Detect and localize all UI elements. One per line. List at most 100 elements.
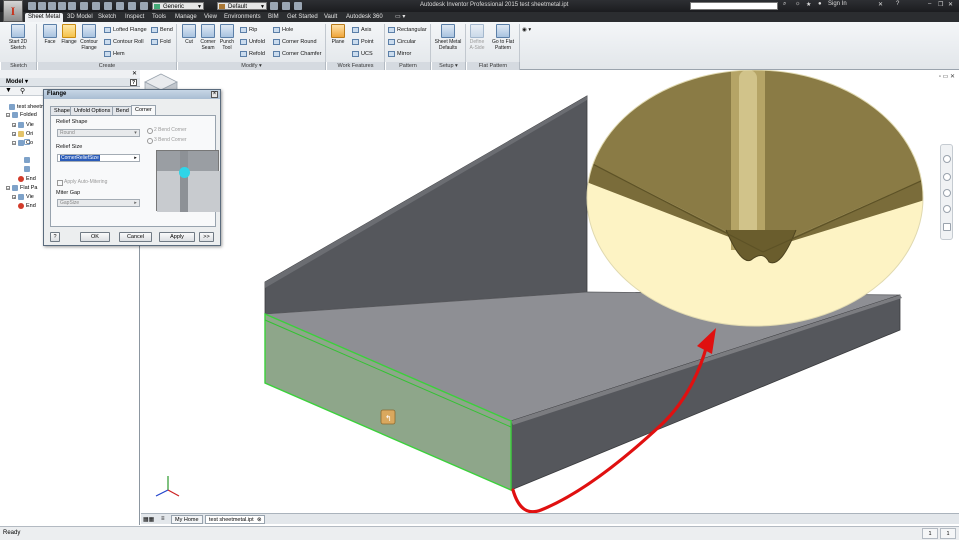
tree-view[interactable]: + Vie [12, 121, 34, 129]
corner-round-button[interactable]: Corner Round [273, 38, 317, 46]
tab-sheet-metal[interactable]: Sheet Metal [25, 13, 64, 22]
miter-gap-input[interactable]: GapSize ▸ [57, 199, 140, 207]
tree-end-of-folded[interactable]: End [12, 175, 36, 183]
radio-3-bend-corner[interactable]: 3 Bend Corner [147, 137, 187, 144]
tab-inspect[interactable]: Inspect [122, 13, 147, 22]
zoom-icon[interactable] [943, 189, 951, 197]
bend-button[interactable]: Bend [151, 26, 173, 34]
expand-icon[interactable]: + [12, 123, 16, 128]
sign-in-link[interactable]: Sign In [828, 1, 847, 7]
search-icon[interactable]: ⌕ [783, 1, 786, 8]
ok-button[interactable]: OK [80, 232, 110, 242]
undo-icon[interactable] [58, 2, 66, 10]
cancel-button[interactable]: Cancel [119, 232, 152, 242]
tree-end-of-flat[interactable]: End [12, 202, 36, 210]
rectangular-pattern-button[interactable]: Rectangular [388, 26, 427, 34]
help-icon[interactable]: ? [130, 79, 137, 86]
unfold-button[interactable]: Unfold [240, 38, 265, 46]
tree-origin[interactable]: + Ori [12, 130, 33, 138]
fx-icon[interactable] [282, 2, 290, 10]
flange-button[interactable]: Flange [59, 24, 79, 45]
tab-get-started[interactable]: Get Started [284, 13, 321, 22]
plane-button[interactable]: Plane [328, 24, 348, 45]
restore-button[interactable]: ❐ [938, 1, 943, 8]
ribbon-options-icon[interactable]: ▭ ▾ [392, 13, 408, 22]
tab-view[interactable]: View [201, 13, 220, 22]
measure-icon[interactable] [116, 2, 124, 10]
point-button[interactable]: Point [352, 38, 374, 46]
tree-flange[interactable] [18, 156, 32, 164]
appearance-dropdown[interactable]: Default ▼ [217, 2, 267, 10]
close-icon[interactable]: ✕ [132, 70, 137, 77]
exchange-icon[interactable]: ✕ [878, 1, 883, 8]
viewport-window-controls[interactable]: ▫ ▭ ✕ [939, 73, 955, 80]
filter-icon[interactable]: ▼ [5, 87, 12, 94]
find-icon[interactable]: ⚲ [20, 87, 25, 95]
apply-auto-mitering-checkbox[interactable]: Apply Auto-Mitering [57, 179, 107, 186]
expand-icon[interactable]: + [12, 132, 16, 137]
expand-icon[interactable]: + [12, 195, 16, 200]
fold-button[interactable]: Fold [151, 38, 171, 46]
more-options-button[interactable]: >> [199, 232, 214, 242]
back-flange-face[interactable] [264, 95, 588, 315]
mirror-button[interactable]: Mirror [388, 50, 411, 58]
rip-button[interactable]: Rip [240, 26, 257, 34]
home-icon[interactable] [80, 2, 88, 10]
expand-icon[interactable]: − [6, 113, 10, 118]
subscription-icon[interactable]: ☼ [795, 1, 801, 7]
tree-flat-view[interactable]: + Vie [12, 193, 34, 201]
help-search-input[interactable] [690, 2, 778, 10]
dialog-title-bar[interactable]: Flange [44, 90, 220, 99]
relief-size-input[interactable]: CornerReliefSize ▸ [57, 154, 140, 162]
browser-header[interactable]: Model ▾ ? [0, 78, 140, 87]
close-tab-icon[interactable]: ⊗ [257, 516, 262, 525]
corner-seam-button[interactable]: Corner Seam [198, 24, 218, 51]
panel-label-setup[interactable]: Setup ▾ [431, 62, 466, 70]
expand-icon[interactable]: − [6, 186, 10, 191]
ribbon-extras-icon[interactable]: ◉ ▾ [522, 26, 531, 34]
expand-icon[interactable]: − [12, 141, 16, 146]
tab-unfold-options[interactable]: Unfold Options [70, 106, 115, 115]
favorites-icon[interactable]: ★ [806, 1, 811, 8]
axis-button[interactable]: Axis [352, 26, 371, 34]
tree-contour-flange[interactable]: − Co [12, 139, 33, 147]
orbit-icon[interactable] [943, 205, 951, 213]
parameters-icon[interactable] [294, 2, 302, 10]
lofted-flange-button[interactable]: Lofted Flange [104, 26, 147, 34]
corner-chamfer-button[interactable]: Corner Chamfer [273, 50, 321, 58]
graphics-viewport[interactable]: ↰ ▫ ▭ ✕ [141, 70, 959, 513]
tree-flange-2[interactable] [18, 165, 32, 173]
tab-bim[interactable]: BIM [265, 13, 282, 22]
material-dropdown[interactable]: Generic ▼ [152, 2, 204, 10]
clear-appearance-icon[interactable] [270, 2, 278, 10]
tab-menu-icon[interactable]: ≡ [161, 516, 165, 522]
tree-root[interactable]: test sheetm [3, 103, 45, 111]
hole-button[interactable]: Hole [273, 26, 293, 34]
tab-corner[interactable]: Corner [131, 105, 156, 115]
tab-tools[interactable]: Tools [149, 13, 169, 22]
sheet-metal-defaults-button[interactable]: Sheet Metal Defaults [433, 24, 463, 51]
new-icon[interactable] [28, 2, 36, 10]
tree-folded-model[interactable]: − Folded [6, 111, 37, 119]
tab-bend[interactable]: Bend [112, 106, 133, 115]
punch-tool-button[interactable]: Punch Tool [217, 24, 237, 51]
go-to-flat-pattern-button[interactable]: Go to Flat Pattern [489, 24, 517, 51]
tab-sketch[interactable]: Sketch [95, 13, 119, 22]
pan-icon[interactable] [943, 173, 951, 181]
tab-vault[interactable]: Vault [321, 13, 340, 22]
start-2d-sketch-button[interactable]: Start 2D Sketch [5, 24, 31, 51]
circular-pattern-button[interactable]: Circular [388, 38, 416, 46]
look-at-icon[interactable] [943, 223, 951, 231]
tab-my-home[interactable]: My Home [171, 515, 203, 524]
contour-flange-button[interactable]: Contour Flange [79, 24, 99, 51]
steering-wheel-icon[interactable] [943, 155, 951, 163]
minimize-button[interactable]: ‒ [928, 1, 931, 7]
panel-label-modify[interactable]: Modify ▾ [177, 62, 326, 70]
dialog-help-button[interactable]: ? [50, 232, 60, 242]
tree-flat-pattern[interactable]: − Flat Pa [6, 184, 37, 192]
update-icon[interactable] [92, 2, 100, 10]
tab-test-sheetmetal[interactable]: test sheetmetal.ipt ⊗ [205, 515, 265, 524]
tab-autodesk-360[interactable]: Autodesk 360 [343, 13, 386, 22]
tile-windows-icon[interactable]: ▦▦ [143, 516, 154, 523]
tab-3d-model[interactable]: 3D Model [64, 13, 96, 22]
